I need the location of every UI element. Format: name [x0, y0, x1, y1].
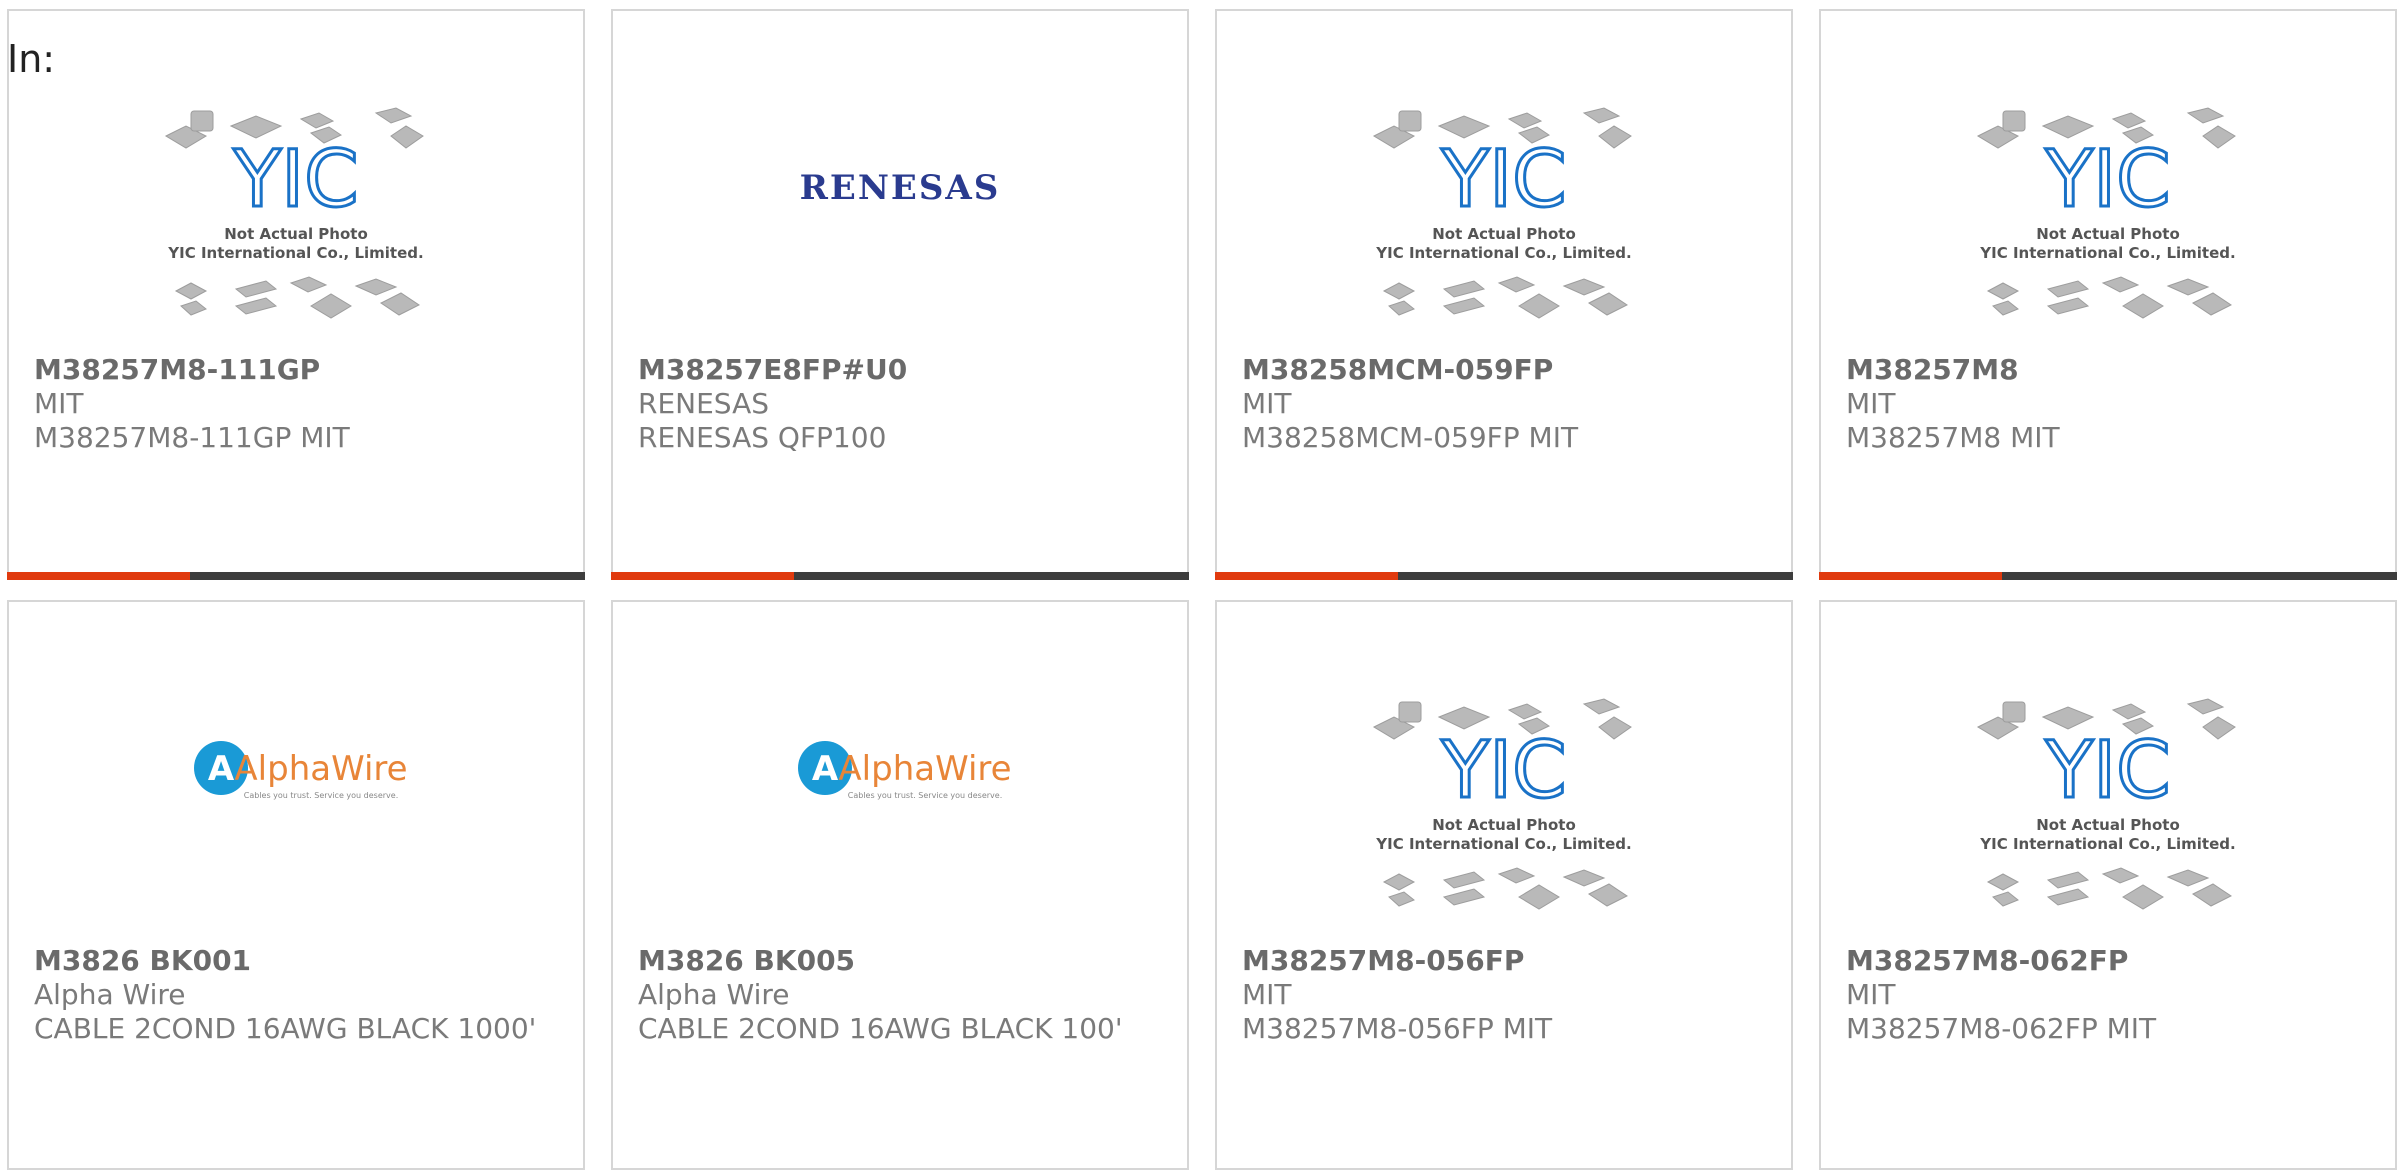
- description: M38257M8-062FP MIT: [1846, 1012, 2157, 1045]
- svg-text:AlphaWire: AlphaWire: [838, 749, 1011, 789]
- part-number[interactable]: M38257M8-111GP: [34, 353, 563, 387]
- product-image[interactable]: RENESAS: [613, 91, 1187, 351]
- svg-text:Not Actual Photo: Not Actual Photo: [1432, 816, 1576, 834]
- manufacturer: MIT: [1242, 387, 1292, 420]
- product-card[interactable]: YIC Not Actual Photo YIC International C…: [7, 9, 585, 580]
- svg-text:YIC: YIC: [232, 135, 358, 225]
- svg-text:Not Actual Photo: Not Actual Photo: [1432, 225, 1576, 243]
- svg-text:YIC: YIC: [2044, 726, 2170, 816]
- part-number[interactable]: M38257E8FP#U0: [638, 353, 1167, 387]
- product-info: M38257M8-056FP MIT M38257M8-056FP MIT: [1242, 944, 1771, 1046]
- svg-text:YIC: YIC: [1440, 135, 1566, 225]
- description: RENESAS QFP100: [638, 421, 887, 454]
- product-image[interactable]: YIC Not Actual Photo YIC International C…: [1821, 91, 2395, 351]
- in-label: In:: [7, 37, 56, 81]
- description: CABLE 2COND 16AWG BLACK 100': [638, 1012, 1123, 1045]
- yic-placeholder-image: YIC Not Actual Photo YIC International C…: [1976, 698, 2236, 910]
- manufacturer: Alpha Wire: [638, 978, 790, 1011]
- svg-text:A: A: [208, 749, 235, 789]
- card-footer-accent: [1215, 572, 1398, 580]
- product-card[interactable]: A AlphaWire Cables you trust. Service yo…: [7, 600, 585, 1170]
- product-card[interactable]: YIC Not Actual Photo YIC International C…: [1215, 600, 1793, 1170]
- part-number[interactable]: M38258MCM-059FP: [1242, 353, 1771, 387]
- svg-text:YIC: YIC: [2044, 135, 2170, 225]
- product-card[interactable]: RENESAS M38257E8FP#U0 RENESAS RENESAS QF…: [611, 9, 1189, 580]
- description: M38257M8-056FP MIT: [1242, 1012, 1553, 1045]
- description: M38257M8 MIT: [1846, 421, 2060, 454]
- product-image[interactable]: A AlphaWire Cables you trust. Service yo…: [613, 682, 1187, 942]
- part-number[interactable]: M38257M8: [1846, 353, 2375, 387]
- svg-text:YIC International Co., Limited: YIC International Co., Limited.: [1375, 835, 1631, 853]
- card-footer-accent: [611, 572, 794, 580]
- svg-text:YIC International Co., Limited: YIC International Co., Limited.: [167, 244, 423, 262]
- svg-text:A: A: [812, 749, 839, 789]
- card-footer-bar: [7, 572, 585, 580]
- svg-text:Not Actual Photo: Not Actual Photo: [2036, 816, 2180, 834]
- product-image[interactable]: A AlphaWire Cables you trust. Service yo…: [9, 682, 583, 942]
- part-number[interactable]: M38257M8-062FP: [1846, 944, 2375, 978]
- svg-text:Not Actual Photo: Not Actual Photo: [2036, 225, 2180, 243]
- yic-placeholder-image: YIC Not Actual Photo YIC International C…: [1372, 698, 1632, 910]
- svg-text:Not Actual Photo: Not Actual Photo: [224, 225, 368, 243]
- product-card[interactable]: YIC Not Actual Photo YIC International C…: [1819, 9, 2397, 580]
- svg-text:Cables you trust. Service you: Cables you trust. Service you deserve.: [848, 791, 1002, 800]
- yic-placeholder-image: YIC Not Actual Photo YIC International C…: [1976, 107, 2236, 319]
- svg-text:YIC International Co., Limited: YIC International Co., Limited.: [1979, 244, 2235, 262]
- card-footer-bar: [1215, 572, 1793, 580]
- manufacturer: MIT: [1846, 387, 1896, 420]
- description: M38257M8-111GP MIT: [34, 421, 350, 454]
- product-info: M38257M8-062FP MIT M38257M8-062FP MIT: [1846, 944, 2375, 1046]
- product-info: M38257M8-111GP MIT M38257M8-111GP MIT: [34, 353, 563, 455]
- yic-placeholder-image: YIC Not Actual Photo YIC International C…: [164, 107, 424, 319]
- product-info: M38258MCM-059FP MIT M38258MCM-059FP MIT: [1242, 353, 1771, 455]
- part-number[interactable]: M3826 BK001: [34, 944, 563, 978]
- card-footer-accent: [1819, 572, 2002, 580]
- card-footer-bar: [611, 572, 1189, 580]
- svg-text:YIC International Co., Limited: YIC International Co., Limited.: [1979, 835, 2235, 853]
- manufacturer: MIT: [34, 387, 84, 420]
- product-info: M38257M8 MIT M38257M8 MIT: [1846, 353, 2375, 455]
- renesas-logo: RENESAS: [800, 168, 1001, 208]
- part-number[interactable]: M3826 BK005: [638, 944, 1167, 978]
- product-card[interactable]: A AlphaWire Cables you trust. Service yo…: [611, 600, 1189, 1170]
- description: M38258MCM-059FP MIT: [1242, 421, 1579, 454]
- product-image[interactable]: YIC Not Actual Photo YIC International C…: [1217, 682, 1791, 942]
- svg-text:Cables you trust. Service you: Cables you trust. Service you deserve.: [244, 791, 398, 800]
- alphawire-logo: A AlphaWire Cables you trust. Service yo…: [194, 741, 408, 800]
- manufacturer: MIT: [1242, 978, 1292, 1011]
- svg-text:YIC: YIC: [1440, 726, 1566, 816]
- card-footer-accent: [7, 572, 190, 580]
- description: CABLE 2COND 16AWG BLACK 1000': [34, 1012, 537, 1045]
- svg-text:AlphaWire: AlphaWire: [234, 749, 407, 789]
- svg-text:YIC International Co., Limited: YIC International Co., Limited.: [1375, 244, 1631, 262]
- product-info: M3826 BK001 Alpha Wire CABLE 2COND 16AWG…: [34, 944, 563, 1046]
- manufacturer: RENESAS: [638, 387, 770, 420]
- product-card[interactable]: YIC Not Actual Photo YIC International C…: [1215, 9, 1793, 580]
- product-image[interactable]: YIC Not Actual Photo YIC International C…: [9, 91, 583, 351]
- product-info: M38257E8FP#U0 RENESAS RENESAS QFP100: [638, 353, 1167, 455]
- product-info: M3826 BK005 Alpha Wire CABLE 2COND 16AWG…: [638, 944, 1167, 1046]
- svg-text:RENESAS: RENESAS: [800, 168, 1001, 208]
- product-image[interactable]: YIC Not Actual Photo YIC International C…: [1217, 91, 1791, 351]
- product-image[interactable]: YIC Not Actual Photo YIC International C…: [1821, 682, 2395, 942]
- manufacturer: Alpha Wire: [34, 978, 186, 1011]
- product-card[interactable]: YIC Not Actual Photo YIC International C…: [1819, 600, 2397, 1170]
- yic-placeholder-image: YIC Not Actual Photo YIC International C…: [1372, 107, 1632, 319]
- part-number[interactable]: M38257M8-056FP: [1242, 944, 1771, 978]
- card-footer-bar: [1819, 572, 2397, 580]
- alphawire-logo: A AlphaWire Cables you trust. Service yo…: [798, 741, 1012, 800]
- manufacturer: MIT: [1846, 978, 1896, 1011]
